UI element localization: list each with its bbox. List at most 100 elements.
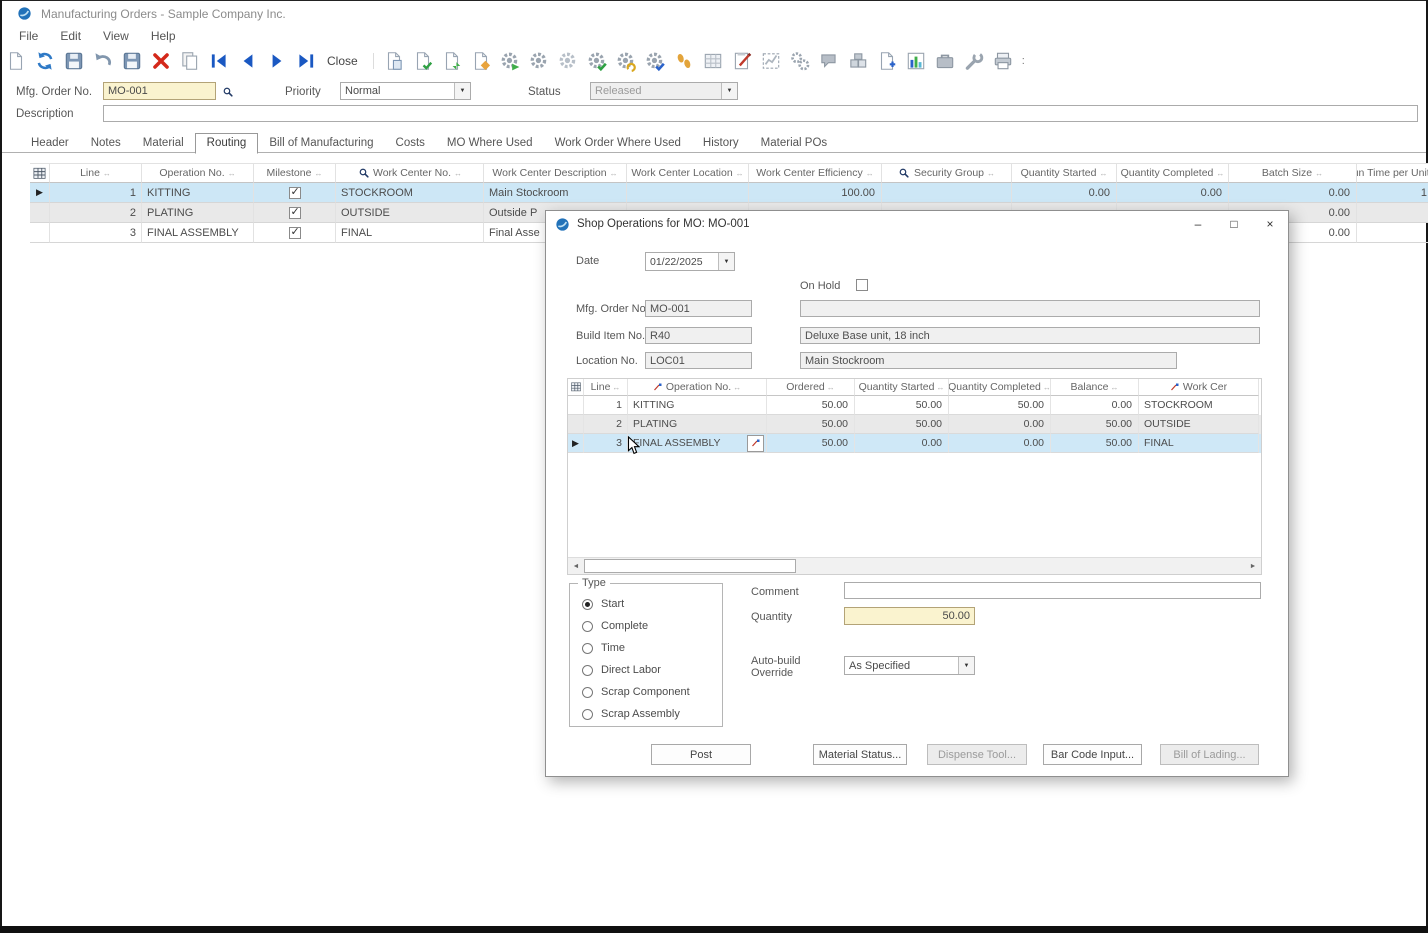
menu-view[interactable]: View [92, 28, 140, 44]
save-icon[interactable] [62, 49, 86, 73]
toolbar-overflow-icon[interactable]: : [1020, 55, 1026, 67]
cell-operation[interactable]: PLATING [628, 415, 767, 434]
search-icon[interactable] [219, 83, 236, 100]
col-quantity-completed[interactable]: Quantity Completed [949, 379, 1051, 396]
date-combobox[interactable]: 01/22/2025 ▼ [645, 252, 735, 271]
cell-security-group[interactable] [882, 183, 1012, 203]
col-run-time[interactable]: Run Time per Unit (M [1357, 163, 1428, 183]
radio-icon[interactable] [582, 709, 593, 720]
operation-lookup-button[interactable] [747, 435, 764, 452]
next-record-icon[interactable] [265, 49, 289, 73]
new-icon[interactable] [4, 49, 28, 73]
table-row[interactable]: ▶ 3 FINAL ASSEMBLY 50.00 0.00 0.00 50.00… [568, 434, 1261, 453]
col-ordered[interactable]: Ordered [767, 379, 855, 396]
cell-ordered[interactable]: 50.00 [767, 434, 855, 453]
radio-icon[interactable] [582, 665, 593, 676]
delete-icon[interactable] [149, 49, 173, 73]
cell-quantity-completed[interactable]: 50.00 [949, 396, 1051, 415]
scroll-left-icon[interactable]: ◄ [568, 558, 584, 574]
cell-operation[interactable]: FINAL ASSEMBLY [142, 223, 254, 243]
cell-quantity-started[interactable]: 50.00 [855, 415, 949, 434]
radio-scrap-assembly[interactable]: Scrap Assembly [582, 708, 680, 720]
cell-work-center[interactable]: OUTSIDE [1139, 415, 1259, 434]
worksheet-icon[interactable] [701, 49, 725, 73]
copy-icon[interactable] [178, 49, 202, 73]
doc-copy-icon[interactable] [469, 49, 493, 73]
cell-balance[interactable]: 0.00 [1051, 396, 1139, 415]
filter-icon[interactable] [1110, 383, 1118, 392]
scrollbar-thumb[interactable] [584, 559, 796, 573]
refresh-icon[interactable] [33, 49, 57, 73]
cell-balance[interactable]: 50.00 [1051, 434, 1139, 453]
row-header[interactable] [30, 223, 50, 243]
previous-record-icon[interactable] [236, 49, 260, 73]
scroll-right-icon[interactable]: ► [1245, 558, 1261, 574]
chart-frame-icon[interactable] [759, 49, 783, 73]
cell-quantity-completed[interactable]: 0.00 [1117, 183, 1229, 203]
col-quantity-started[interactable]: Quantity Started [855, 379, 949, 396]
table-row[interactable]: 1 KITTING 50.00 50.00 50.00 0.00 STOCKRO… [568, 396, 1261, 415]
cell-quantity-started[interactable]: 0.00 [1012, 183, 1117, 203]
cell-line[interactable]: 1 [50, 183, 142, 203]
col-work-center-efficiency[interactable]: Work Center Efficiency [749, 163, 882, 183]
last-record-icon[interactable] [294, 49, 318, 73]
mfg-order-input[interactable]: MO-001 [103, 82, 216, 100]
close-button[interactable]: × [1252, 211, 1288, 237]
lookup-icon[interactable] [1170, 382, 1181, 393]
horizontal-scrollbar[interactable]: ◄ ► [568, 557, 1261, 574]
tab-mo-where-used[interactable]: MO Where Used [436, 134, 544, 153]
gears-transfer-icon[interactable] [788, 49, 812, 73]
row-header[interactable] [568, 396, 584, 415]
cell-work-center[interactable]: STOCKROOM [1139, 396, 1259, 415]
filter-icon[interactable] [936, 383, 944, 392]
col-quantity-completed[interactable]: Quantity Completed [1117, 163, 1229, 183]
radio-direct-labor[interactable]: Direct Labor [582, 664, 661, 676]
cell-ordered[interactable]: 50.00 [767, 396, 855, 415]
cell-operation[interactable]: KITTING [628, 396, 767, 415]
autobuild-combobox[interactable]: As Specified ▼ [844, 656, 975, 675]
cell-work-center-no[interactable]: FINAL [336, 223, 484, 243]
tab-material-pos[interactable]: Material POs [750, 134, 838, 153]
search-icon[interactable] [898, 167, 911, 180]
comment-input[interactable] [844, 582, 1261, 599]
gear-pause-icon[interactable] [556, 49, 580, 73]
gear-stop-icon[interactable] [527, 49, 551, 73]
cell-line[interactable]: 3 [584, 434, 628, 453]
menu-help[interactable]: Help [140, 28, 187, 44]
col-security-group[interactable]: Security Group [882, 163, 1012, 183]
callout-icon[interactable] [817, 49, 841, 73]
cell-run-time[interactable] [1357, 203, 1428, 223]
filter-icon[interactable] [454, 169, 462, 178]
wrench-icon[interactable] [962, 49, 986, 73]
material-status-button[interactable]: Material Status... [813, 744, 907, 765]
radio-scrap-component[interactable]: Scrap Component [582, 686, 690, 698]
cell-milestone[interactable] [254, 203, 336, 223]
cell-work-center-no[interactable]: STOCKROOM [336, 183, 484, 203]
col-line[interactable]: Line [584, 379, 628, 396]
tab-history[interactable]: History [692, 134, 750, 153]
cell-balance[interactable]: 50.00 [1051, 415, 1139, 434]
report-doc-icon[interactable] [875, 49, 899, 73]
grid-corner[interactable] [568, 379, 584, 396]
row-header[interactable]: ▶ [30, 183, 50, 203]
toolbox-icon[interactable] [933, 49, 957, 73]
inventory-boxes-icon[interactable] [846, 49, 870, 73]
cell-line[interactable]: 1 [584, 396, 628, 415]
col-operation-no[interactable]: Operation No. [628, 379, 767, 396]
filter-icon[interactable] [610, 169, 618, 178]
col-batch-size[interactable]: Batch Size [1229, 163, 1357, 183]
chevron-down-icon[interactable]: ▼ [958, 657, 974, 674]
row-header[interactable] [30, 203, 50, 223]
cell-milestone[interactable] [254, 223, 336, 243]
filter-icon[interactable] [827, 383, 835, 392]
cell-quantity-started[interactable]: 50.00 [855, 396, 949, 415]
col-work-center-description[interactable]: Work Center Description [484, 163, 627, 183]
cell-work-center[interactable]: FINAL [1139, 434, 1259, 453]
priority-combobox[interactable]: Normal ▼ [340, 82, 471, 100]
cell-run-time[interactable]: 1 [1357, 183, 1428, 203]
gear-run-icon[interactable] [498, 49, 522, 73]
maximize-button[interactable]: □ [1216, 211, 1252, 237]
cell-line[interactable]: 3 [50, 223, 142, 243]
cell-quantity-started[interactable]: 0.00 [855, 434, 949, 453]
radio-icon[interactable] [582, 643, 593, 654]
